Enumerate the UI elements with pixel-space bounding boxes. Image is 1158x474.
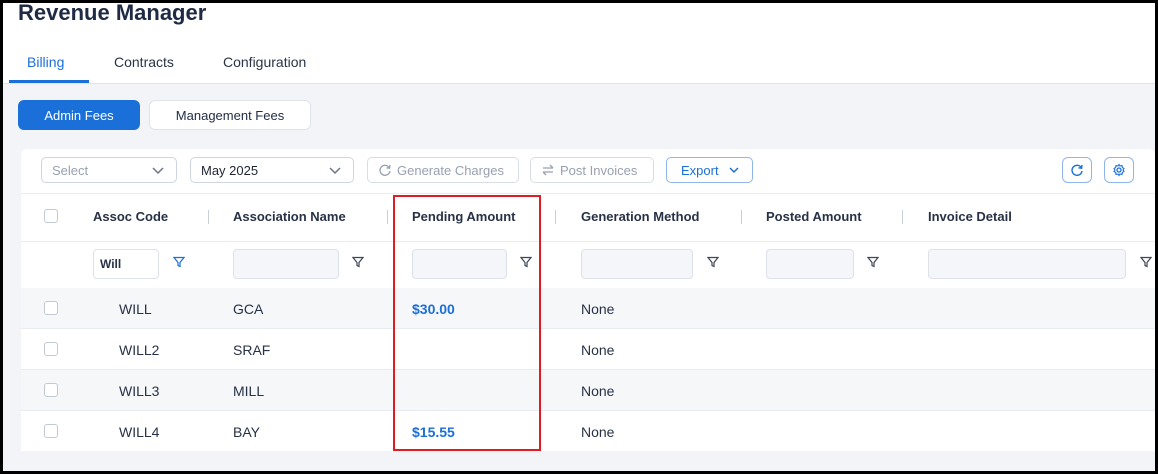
management-fees-button[interactable]: Management Fees — [149, 100, 311, 130]
generation-method-cell: None — [581, 301, 615, 317]
tab-configuration[interactable]: Configuration — [223, 54, 306, 70]
table-row[interactable]: WILL4 BAY $15.55 None — [21, 411, 1155, 452]
filter-icon[interactable] — [173, 256, 185, 268]
column-divider[interactable] — [387, 210, 388, 224]
post-invoices-button[interactable]: Post Invoices — [530, 157, 654, 183]
association-select[interactable]: Select — [41, 157, 177, 183]
column-header-row: Assoc Code Association Name Pending Amou… — [21, 193, 1155, 242]
column-divider[interactable] — [902, 210, 903, 224]
chevron-down-icon — [152, 167, 164, 175]
assoc-code-cell: WILL2 — [119, 342, 160, 358]
active-tab-indicator — [9, 80, 89, 83]
filter-row: Will — [21, 242, 1155, 289]
export-label: Export — [681, 162, 719, 178]
generate-charges-button[interactable]: Generate Charges — [367, 157, 519, 183]
filter-icon[interactable] — [707, 256, 719, 268]
association-name-cell: MILL — [233, 383, 265, 399]
refresh-icon — [1071, 164, 1083, 176]
table-row[interactable]: WILL3 MILL None — [21, 370, 1155, 411]
column-header-pending-amount[interactable]: Pending Amount — [412, 209, 516, 224]
swap-icon — [542, 164, 554, 176]
pending-amount-link[interactable]: $15.55 — [412, 424, 455, 440]
pending-amount-link[interactable]: $30.00 — [412, 301, 455, 317]
row-checkbox[interactable] — [44, 342, 58, 356]
window-frame: Revenue Manager Billing Contracts Config… — [0, 0, 1158, 474]
refresh-icon — [379, 164, 391, 176]
assoc-code-filter-input[interactable]: Will — [93, 249, 159, 279]
period-select[interactable]: May 2025 — [190, 157, 354, 183]
column-header-association-name[interactable]: Association Name — [233, 209, 346, 224]
row-checkbox[interactable] — [44, 383, 58, 397]
tab-billing[interactable]: Billing — [27, 54, 64, 70]
association-name-cell: SRAF — [233, 342, 271, 358]
column-divider[interactable] — [208, 210, 209, 224]
billing-grid-card: Select May 2025 Generate Charges Post In… — [21, 149, 1155, 471]
association-name-cell: GCA — [233, 301, 264, 317]
generation-method-cell: None — [581, 424, 615, 440]
tab-bar: Billing Contracts Configuration — [3, 41, 1155, 84]
select-all-checkbox[interactable] — [44, 209, 58, 223]
settings-button[interactable] — [1104, 157, 1134, 183]
column-header-generation-method[interactable]: Generation Method — [581, 209, 699, 224]
settings-gear-icon — [1113, 163, 1125, 177]
generation-method-filter-input[interactable] — [581, 249, 693, 279]
grid-toolbar: Select May 2025 Generate Charges Post In… — [21, 149, 1155, 194]
table-row[interactable]: WILL GCA $30.00 None — [21, 288, 1155, 329]
row-checkbox[interactable] — [44, 424, 58, 438]
export-button[interactable]: Export — [666, 157, 753, 183]
posted-amount-filter-input[interactable] — [766, 249, 854, 279]
filter-icon[interactable] — [352, 256, 364, 268]
filter-icon[interactable] — [867, 256, 879, 268]
generate-charges-label: Generate Charges — [397, 162, 504, 178]
filter-icon[interactable] — [1140, 256, 1152, 268]
page-title: Revenue Manager — [18, 0, 207, 25]
column-header-posted-amount[interactable]: Posted Amount — [766, 209, 862, 224]
post-invoices-label: Post Invoices — [560, 162, 638, 178]
association-name-cell: BAY — [233, 424, 260, 440]
column-divider[interactable] — [741, 210, 742, 224]
column-header-assoc-code[interactable]: Assoc Code — [93, 209, 168, 224]
pending-amount-filter-input[interactable] — [412, 249, 507, 279]
select-placeholder: Select — [52, 162, 89, 178]
generation-method-cell: None — [581, 383, 615, 399]
table-row[interactable]: WILL2 SRAF None — [21, 329, 1155, 370]
filter-icon[interactable] — [520, 256, 532, 268]
column-divider[interactable] — [555, 210, 556, 224]
period-value: May 2025 — [201, 162, 259, 178]
assoc-code-cell: WILL3 — [119, 383, 160, 399]
assoc-code-cell: WILL4 — [119, 424, 160, 440]
generation-method-cell: None — [581, 342, 615, 358]
chevron-down-icon — [329, 167, 341, 175]
refresh-button[interactable] — [1062, 157, 1092, 183]
invoice-detail-filter-input[interactable] — [928, 249, 1126, 279]
tab-contracts[interactable]: Contracts — [114, 54, 174, 70]
panel-bottom — [3, 451, 1155, 471]
chevron-down-icon — [729, 167, 739, 174]
admin-fees-button[interactable]: Admin Fees — [18, 100, 140, 130]
row-checkbox[interactable] — [44, 301, 58, 315]
assoc-code-cell: WILL — [119, 301, 152, 317]
association-name-filter-input[interactable] — [233, 249, 339, 279]
column-header-invoice-detail[interactable]: Invoice Detail — [928, 209, 1012, 224]
